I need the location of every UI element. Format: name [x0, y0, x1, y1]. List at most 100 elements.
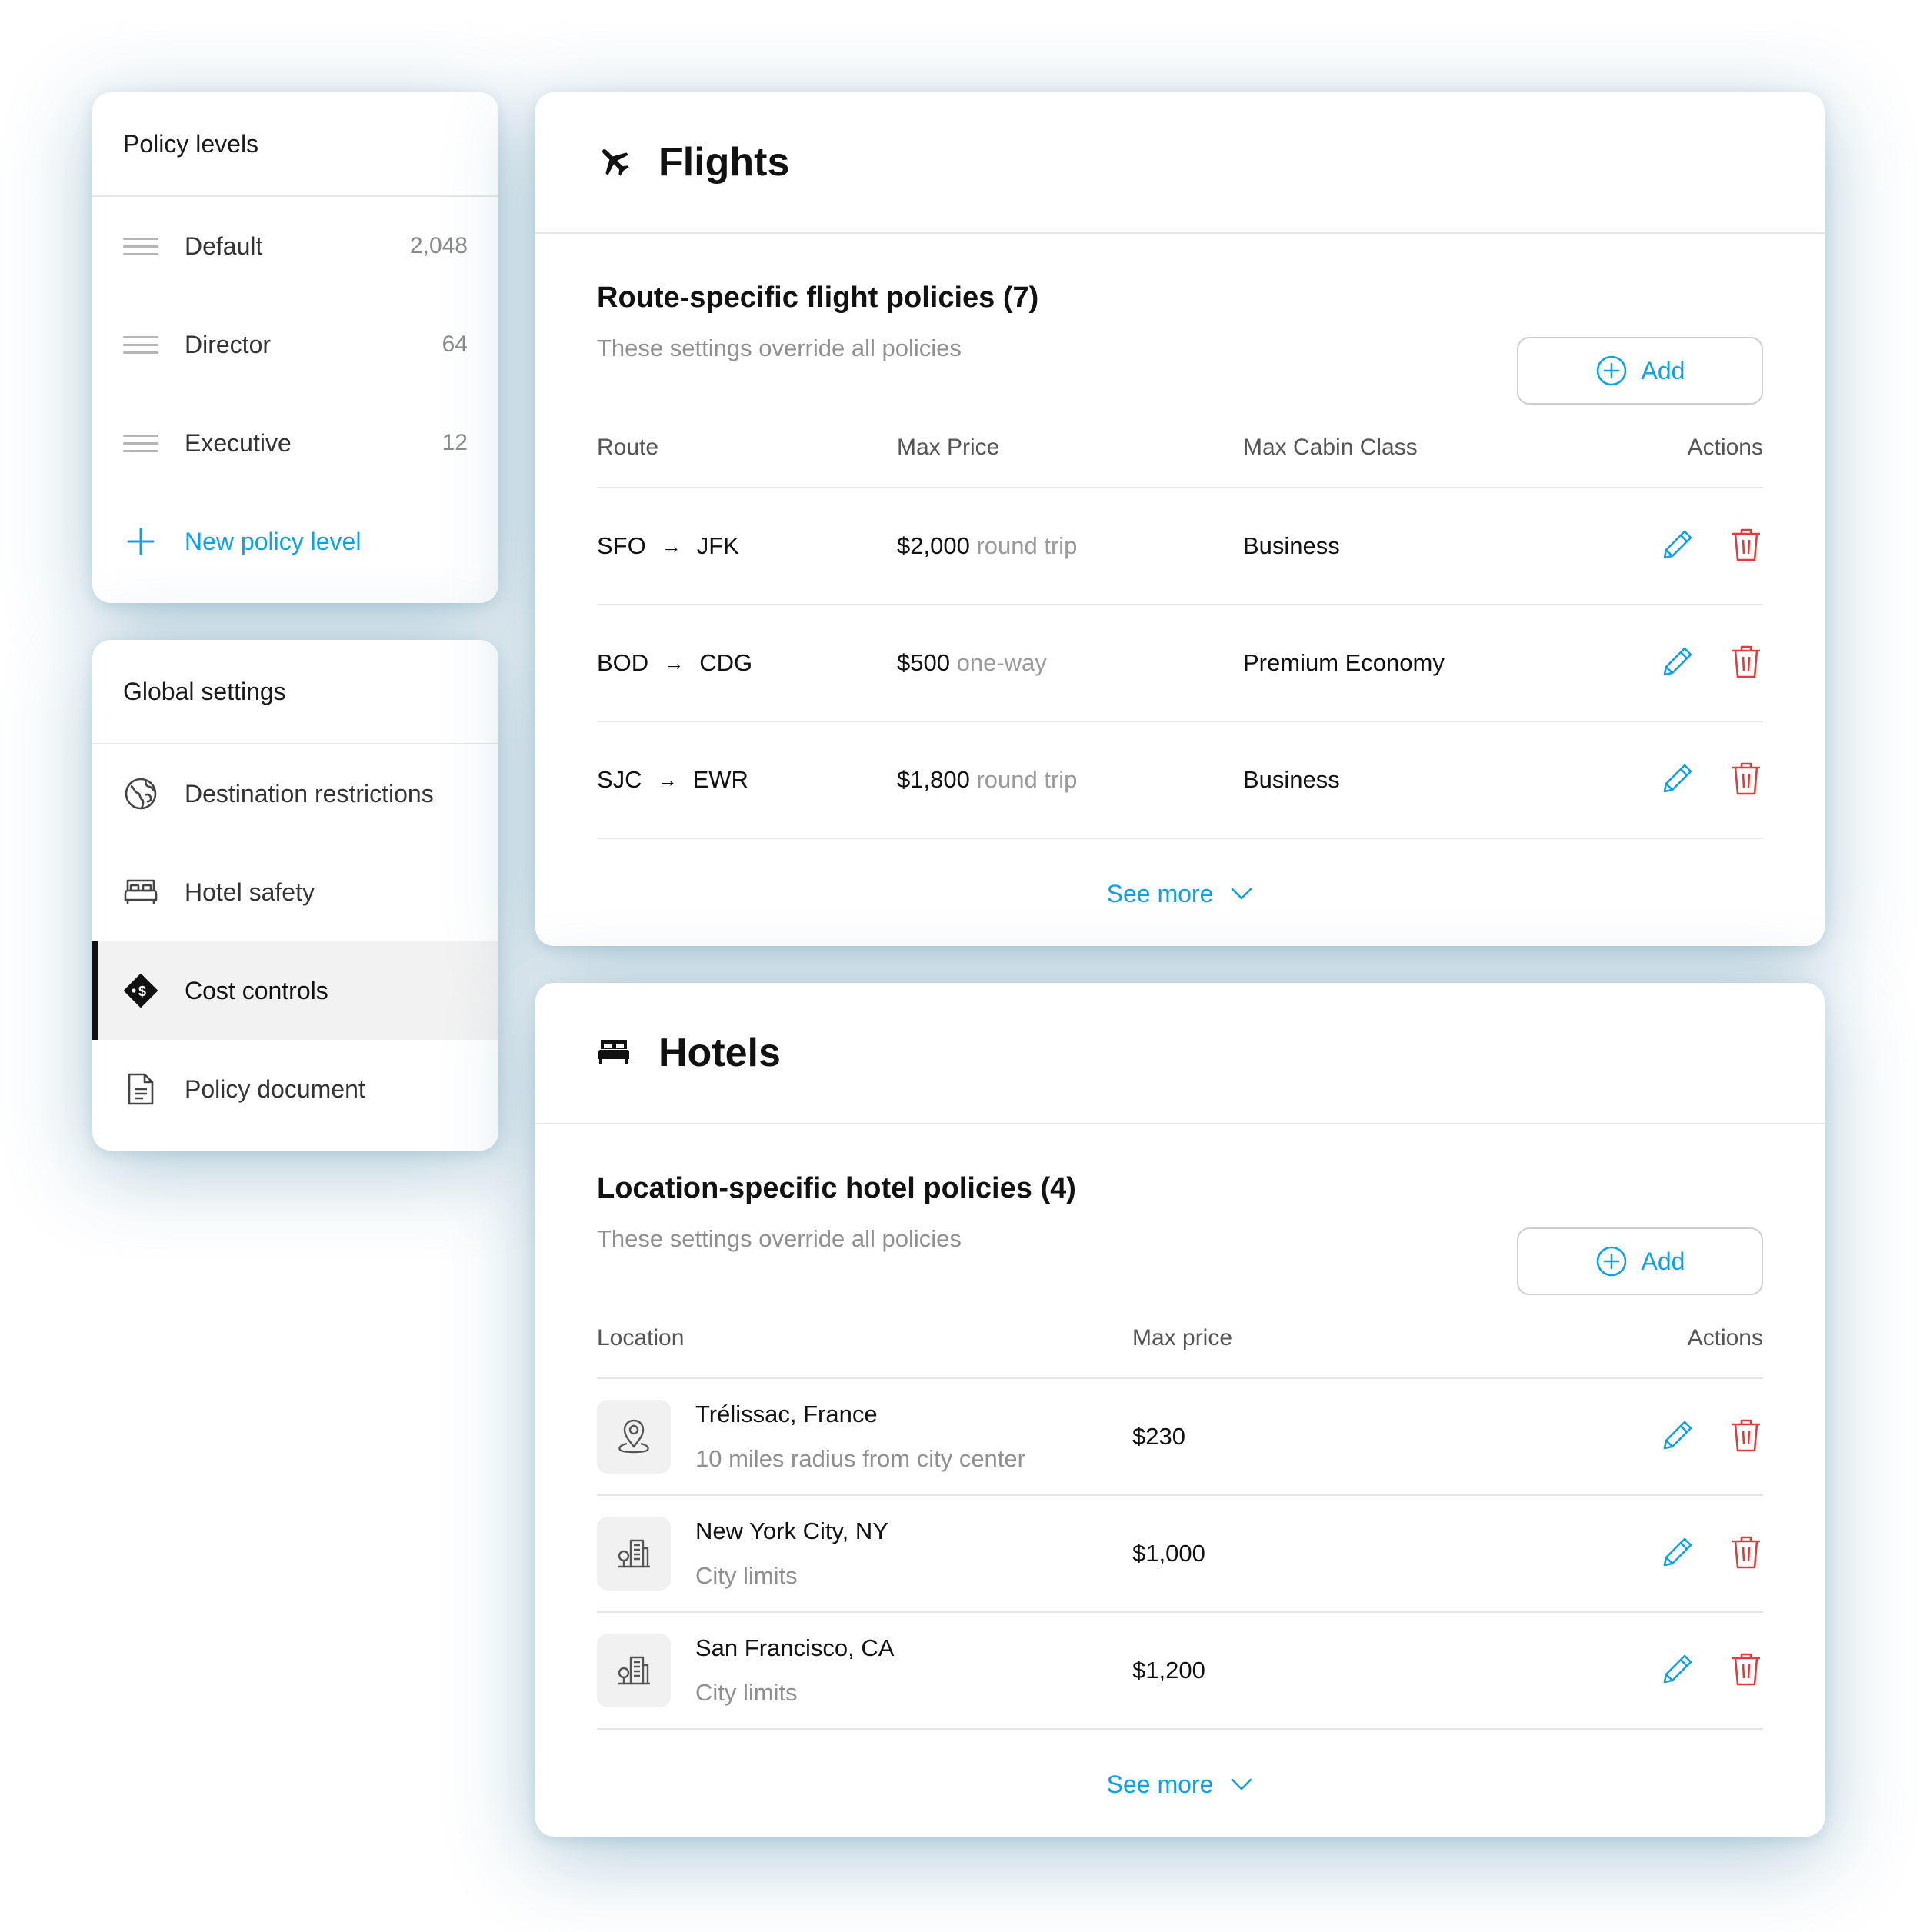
delete-trash-icon[interactable]: [1729, 526, 1763, 567]
nav-label: Policy document: [185, 1074, 365, 1103]
delete-trash-icon[interactable]: [1729, 1534, 1763, 1574]
global-settings-panel: Global settings Destination restrictions…: [92, 640, 498, 1151]
delete-trash-icon[interactable]: [1729, 1417, 1763, 1457]
route-origin: SJC: [597, 766, 642, 793]
row-actions: [1625, 642, 1763, 685]
max-price: $230: [1132, 1423, 1185, 1450]
see-more-label: See more: [1106, 1770, 1214, 1798]
policy-level-executive[interactable]: Executive 12: [92, 394, 498, 492]
nav-label: Destination restrictions: [185, 779, 434, 808]
location-scope: 10 miles radius from city center: [695, 1445, 1025, 1472]
flights-table-header: Route Max Price Max Cabin Class Actions: [597, 408, 1763, 488]
table-row: San Francisco, CA City limits $1,200: [597, 1613, 1763, 1730]
policy-level-director[interactable]: Director 64: [92, 295, 498, 394]
nav-hotel-safety[interactable]: Hotel safety: [92, 843, 498, 941]
arrow-right-icon: →: [661, 534, 682, 558]
table-row: Trélissac, France 10 miles radius from c…: [597, 1379, 1763, 1496]
arrow-right-icon: →: [657, 768, 678, 791]
new-policy-level-label: New policy level: [185, 527, 362, 555]
delete-trash-icon[interactable]: [1729, 1651, 1763, 1691]
max-price: $2,000: [897, 532, 970, 559]
max-price: $500: [897, 649, 950, 676]
cabin-class: Business: [1243, 766, 1340, 793]
edit-pencil-icon[interactable]: [1658, 1533, 1697, 1575]
edit-pencil-icon[interactable]: [1658, 1650, 1697, 1692]
row-actions: [1625, 759, 1763, 801]
column-actions: Actions: [1687, 1325, 1763, 1351]
flights-card: Flights Route-specific flight policies (…: [535, 92, 1825, 946]
nav-policy-document[interactable]: Policy document: [92, 1040, 498, 1138]
nav-cost-controls[interactable]: $ Cost controls: [92, 941, 498, 1040]
new-policy-level-button[interactable]: New policy level: [92, 492, 498, 591]
hotel-policies-section: Location-specific hotel policies (4) The…: [535, 1172, 1825, 1837]
column-max-price: Max price: [1132, 1325, 1233, 1351]
globe-icon: [123, 776, 158, 811]
max-price: $1,000: [1132, 1540, 1205, 1567]
nav-destination-restrictions[interactable]: Destination restrictions: [92, 744, 498, 843]
bed-icon: [597, 1038, 631, 1069]
global-settings-title: Global settings: [92, 640, 498, 744]
column-location: Location: [597, 1325, 685, 1351]
edit-pencil-icon[interactable]: [1658, 1416, 1697, 1458]
policy-levels-title: Policy levels: [92, 92, 498, 197]
edit-pencil-icon[interactable]: [1658, 525, 1697, 568]
add-hotel-policy-button[interactable]: Add: [1517, 1227, 1763, 1295]
drag-handle-icon[interactable]: [123, 434, 158, 452]
row-actions: [1625, 1416, 1763, 1458]
chevron-down-icon: [1232, 888, 1252, 900]
document-icon: [123, 1071, 158, 1107]
svg-text:$: $: [138, 984, 146, 999]
price-unit: round trip: [976, 532, 1078, 559]
row-actions: [1625, 525, 1763, 568]
route-cell: BOD → CDG: [597, 649, 897, 677]
route-destination: JFK: [696, 532, 739, 559]
plus-circle-icon: [1596, 355, 1626, 386]
location-name: New York City, NY: [695, 1517, 888, 1544]
drag-handle-icon[interactable]: [123, 237, 158, 255]
nav-label: Cost controls: [185, 976, 328, 1004]
edit-pencil-icon[interactable]: [1658, 759, 1697, 801]
hotels-table-header: Location Max price Actions: [597, 1299, 1763, 1379]
policy-level-default[interactable]: Default 2,048: [92, 197, 498, 295]
table-row: New York City, NY City limits $1,000: [597, 1496, 1763, 1613]
edit-pencil-icon[interactable]: [1658, 642, 1697, 685]
route-origin: SFO: [597, 532, 646, 559]
location-scope: City limits: [695, 1679, 798, 1706]
plus-icon: [123, 524, 158, 559]
max-price: $1,800: [897, 766, 970, 793]
table-row: BOD → CDG $500 one-way Premium Economy: [597, 605, 1763, 722]
price-unit: one-way: [956, 649, 1047, 676]
flight-policies-title: Route-specific flight policies (7): [597, 281, 1039, 314]
airplane-icon: [597, 144, 631, 182]
delete-trash-icon[interactable]: [1729, 643, 1763, 684]
cabin-class: Business: [1243, 532, 1340, 559]
flights-header: Flights: [535, 92, 1825, 234]
city-icon: [597, 1517, 671, 1591]
flights-title: Flights: [658, 140, 790, 185]
route-destination: EWR: [692, 766, 748, 793]
hotels-see-more-button[interactable]: See more: [597, 1730, 1763, 1837]
flights-see-more-button[interactable]: See more: [597, 839, 1763, 946]
policy-level-count: 64: [442, 331, 468, 357]
location-text: Trélissac, France 10 miles radius from c…: [695, 1401, 1025, 1473]
column-max-price: Max Price: [897, 435, 1000, 460]
add-label: Add: [1641, 356, 1685, 385]
location-cell: New York City, NY City limits: [597, 1517, 1132, 1591]
location-cell: Trélissac, France 10 miles radius from c…: [597, 1400, 1132, 1474]
row-actions: [1625, 1533, 1763, 1575]
see-more-label: See more: [1106, 879, 1214, 908]
policy-levels-panel: Policy levels Default 2,048 Director 64 …: [92, 92, 498, 603]
city-icon: [597, 1634, 671, 1707]
price-unit: round trip: [976, 766, 1078, 793]
arrow-right-icon: →: [664, 651, 685, 675]
add-flight-policy-button[interactable]: Add: [1517, 337, 1763, 405]
price-cell: $500 one-way: [897, 649, 1243, 677]
plus-circle-icon: [1596, 1246, 1626, 1277]
table-row: SFO → JFK $2,000 round trip Business: [597, 488, 1763, 605]
route-cell: SJC → EWR: [597, 766, 897, 794]
row-actions: [1625, 1650, 1763, 1692]
policy-level-label: Director: [185, 330, 272, 358]
delete-trash-icon[interactable]: [1729, 760, 1763, 801]
drag-handle-icon[interactable]: [123, 335, 158, 354]
location-text: San Francisco, CA City limits: [695, 1634, 894, 1707]
